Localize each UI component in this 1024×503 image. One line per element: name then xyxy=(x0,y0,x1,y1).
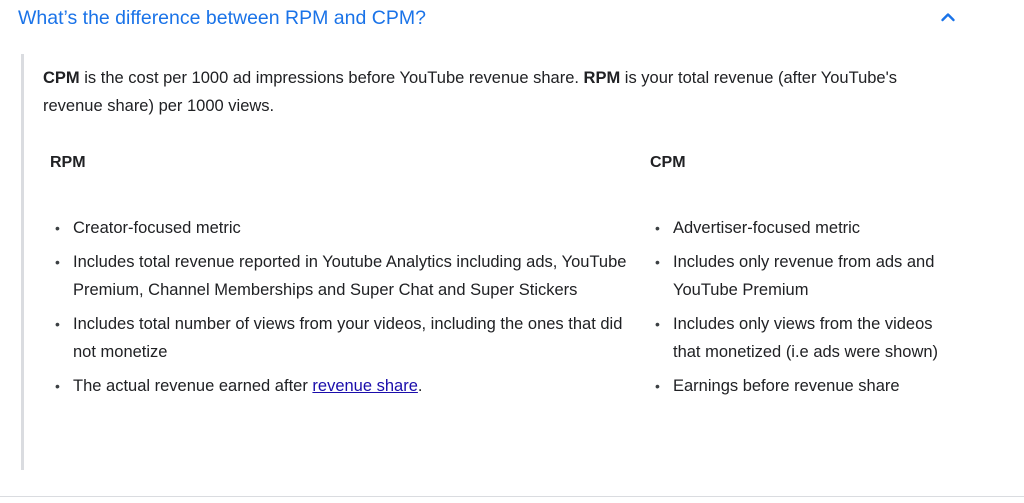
rpm-bullet-list: Creator-focused metric Includes total re… xyxy=(51,214,631,406)
list-item: The actual revenue earned after revenue … xyxy=(51,372,631,400)
list-item: Includes total number of views from your… xyxy=(51,310,631,366)
cpm-bullet-list: Advertiser-focused metric Includes only … xyxy=(651,214,951,406)
section-divider xyxy=(0,496,1024,497)
cpm-definition: is the cost per 1000 ad impressions befo… xyxy=(79,69,584,87)
list-item-suffix: . xyxy=(417,377,423,395)
revenue-share-link[interactable]: revenue share xyxy=(312,377,418,395)
list-item: Includes total revenue reported in Youtu… xyxy=(51,248,631,304)
list-item-text: The actual revenue earned after xyxy=(73,377,313,395)
cpm-term: CPM xyxy=(43,69,80,87)
chevron-up-icon[interactable] xyxy=(938,7,958,27)
list-item: Creator-focused metric xyxy=(51,214,631,242)
answer-left-border xyxy=(21,54,24,470)
list-item: Includes only views from the videos that… xyxy=(651,310,951,366)
faq-question-header[interactable]: What’s the difference between RPM and CP… xyxy=(0,0,1000,40)
list-item: Includes only revenue from ads and YouTu… xyxy=(651,248,951,304)
rpm-column-heading: RPM xyxy=(50,154,86,171)
faq-question-title[interactable]: What’s the difference between RPM and CP… xyxy=(18,4,426,32)
answer-intro: CPM is the cost per 1000 ad impressions … xyxy=(43,64,943,120)
list-item: Advertiser-focused metric xyxy=(651,214,951,242)
list-item: Earnings before revenue share xyxy=(651,372,951,400)
cpm-column-heading: CPM xyxy=(650,154,686,171)
rpm-term: RPM xyxy=(583,69,621,87)
